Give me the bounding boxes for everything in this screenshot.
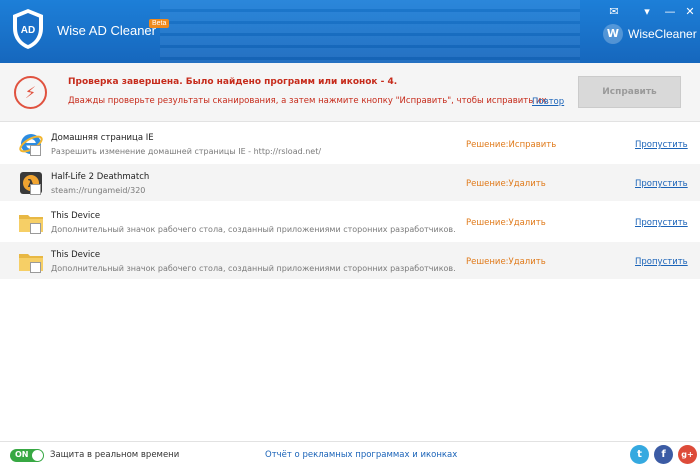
item-description: Дополнительный значок рабочего стола, со… — [51, 225, 456, 234]
app-title: Wise AD Cleaner — [57, 23, 156, 38]
row-checkbox[interactable] — [30, 223, 41, 234]
googleplus-icon[interactable]: g+ — [678, 445, 697, 464]
feedback-icon[interactable]: ✉ — [605, 4, 623, 20]
row-checkbox[interactable] — [30, 145, 41, 156]
result-row: This Device Дополнительный значок рабоче… — [0, 242, 700, 279]
status-title: Проверка завершена. Было найдено програм… — [68, 77, 398, 87]
row-checkbox[interactable] — [30, 262, 41, 273]
result-row: λ Half-Life 2 Deathmatch steam://rungame… — [0, 164, 700, 201]
realtime-protection-label: Защита в реальном времени — [50, 450, 180, 460]
toggle-knob — [32, 450, 43, 461]
warning-icon: ⚡ — [14, 76, 47, 109]
status-subtitle: Дважды проверьте результаты сканирования… — [68, 96, 550, 106]
skip-link[interactable]: Пропустить — [635, 179, 688, 189]
close-icon[interactable]: ✕ — [681, 4, 699, 20]
rescan-link[interactable]: Повтор — [532, 97, 564, 107]
result-row: Домашняя страница IE Разрешить изменение… — [0, 125, 700, 162]
menu-icon[interactable]: ▾ — [638, 4, 656, 20]
item-decision[interactable]: Решение:Удалить — [466, 257, 546, 267]
wisecleaner-logo-icon: W — [603, 24, 623, 44]
svg-text:AD: AD — [21, 25, 35, 36]
wisecleaner-brand[interactable]: W WiseCleaner — [603, 24, 697, 44]
fix-button[interactable]: Исправить — [578, 76, 681, 108]
beta-badge: Beta — [149, 19, 170, 28]
item-title: This Device — [51, 211, 101, 221]
footer-bar: ON Защита в реальном времени Отчёт о рек… — [0, 441, 700, 467]
item-title: Домашняя страница IE — [51, 133, 154, 143]
item-description: steam://rungameid/320 — [51, 186, 146, 195]
minimize-icon[interactable]: — — [661, 4, 679, 20]
row-checkbox[interactable] — [30, 184, 41, 195]
skip-link[interactable]: Пропустить — [635, 140, 688, 150]
app-header: AD Wise AD Cleaner Beta ✉ ▾ — ✕ W WiseCl… — [0, 0, 700, 63]
toggle-label: ON — [15, 450, 29, 459]
result-row: This Device Дополнительный значок рабоче… — [0, 203, 700, 240]
skip-link[interactable]: Пропустить — [635, 257, 688, 267]
item-title: This Device — [51, 250, 101, 260]
header-background — [160, 0, 580, 63]
report-link[interactable]: Отчёт о рекламных программах и иконках — [265, 450, 457, 460]
skip-link[interactable]: Пропустить — [635, 218, 688, 228]
item-decision[interactable]: Решение:Удалить — [466, 218, 546, 228]
item-decision[interactable]: Решение:Исправить — [466, 140, 556, 150]
brand-name: WiseCleaner — [628, 27, 697, 41]
realtime-protection-toggle[interactable]: ON — [10, 449, 44, 462]
facebook-icon[interactable]: f — [654, 445, 673, 464]
item-title: Half-Life 2 Deathmatch — [51, 172, 150, 182]
shield-logo-icon: AD — [13, 9, 43, 49]
twitter-icon[interactable]: t — [630, 445, 649, 464]
item-description: Разрешить изменение домашней страницы IE… — [51, 147, 322, 156]
item-description: Дополнительный значок рабочего стола, со… — [51, 264, 456, 273]
item-decision[interactable]: Решение:Удалить — [466, 179, 546, 189]
